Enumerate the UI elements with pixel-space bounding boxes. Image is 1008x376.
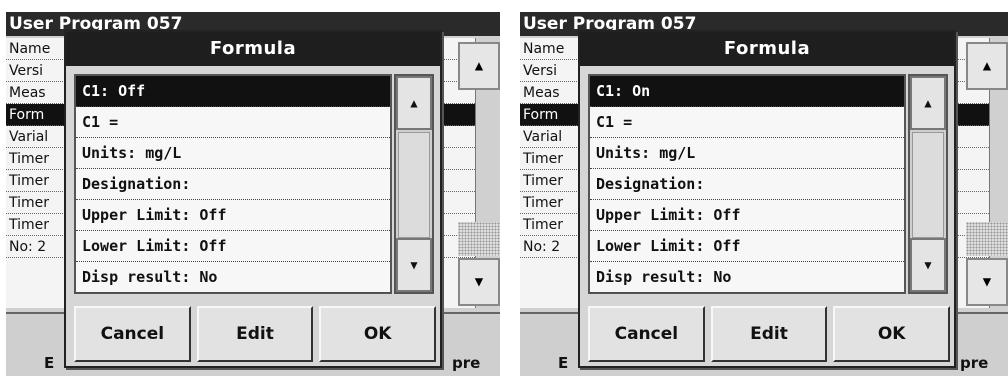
triangle-up-icon: ▲ — [924, 96, 932, 110]
dialog-scrollbar[interactable]: ▲ ▼ — [394, 74, 434, 294]
formula-options-list: C1: Off C1 = Units: mg/L Designation: Up… — [74, 74, 392, 294]
formula-dialog: Formula C1: On C1 = Units: mg/L Designat… — [578, 30, 956, 368]
background-right-button-label[interactable]: pre — [960, 354, 988, 372]
background-scrollbar-track[interactable] — [966, 222, 1008, 256]
option-lower-limit[interactable]: Lower Limit: Off — [590, 231, 904, 262]
background-scroll-down-button[interactable]: ▼ — [966, 258, 1008, 306]
option-units[interactable]: Units: mg/L — [76, 138, 390, 169]
cancel-button[interactable]: Cancel — [588, 306, 705, 362]
option-display-result[interactable]: Disp result: No — [590, 262, 904, 293]
scroll-up-button[interactable]: ▲ — [910, 76, 946, 130]
background-scrollbar-track[interactable] — [458, 222, 500, 256]
background-scroll-up-button[interactable]: ▲ — [458, 42, 500, 90]
formula-dialog: Formula C1: Off C1 = Units: mg/L Designa… — [64, 30, 442, 368]
dialog-title: Formula — [580, 32, 954, 66]
ok-button[interactable]: OK — [833, 306, 951, 362]
option-upper-limit[interactable]: Upper Limit: Off — [76, 200, 390, 231]
dialog-button-bar: Cancel Edit OK — [588, 306, 951, 362]
dialog-title: Formula — [66, 32, 440, 66]
option-designation[interactable]: Designation: — [76, 169, 390, 200]
triangle-down-icon: ▼ — [924, 258, 932, 272]
option-lower-limit[interactable]: Lower Limit: Off — [76, 231, 390, 262]
scrollbar-thumb[interactable] — [912, 132, 944, 238]
scroll-down-button[interactable]: ▼ — [396, 238, 432, 292]
option-c1-toggle[interactable]: C1: Off — [76, 76, 390, 107]
dialog-scrollbar[interactable]: ▲ ▼ — [908, 74, 948, 294]
cancel-button[interactable]: Cancel — [74, 306, 191, 362]
option-display-result[interactable]: Disp result: No — [76, 262, 390, 293]
triangle-up-icon: ▲ — [410, 96, 418, 110]
background-left-button-label[interactable]: E — [44, 354, 54, 372]
scroll-down-button[interactable]: ▼ — [910, 238, 946, 292]
background-scroll-up-button[interactable]: ▲ — [966, 42, 1008, 90]
triangle-up-icon: ▲ — [982, 58, 992, 74]
triangle-down-icon: ▼ — [982, 274, 992, 290]
formula-options-list: C1: On C1 = Units: mg/L Designation: Upp… — [588, 74, 906, 294]
option-c1-toggle[interactable]: C1: On — [590, 76, 904, 107]
screen-left: User Program 057 Name Versi Meas Form Va… — [6, 12, 500, 376]
triangle-up-icon: ▲ — [474, 58, 484, 74]
ok-button[interactable]: OK — [319, 306, 437, 362]
option-units[interactable]: Units: mg/L — [590, 138, 904, 169]
background-scroll-down-button[interactable]: ▼ — [458, 258, 500, 306]
edit-button[interactable]: Edit — [710, 306, 828, 362]
scrollbar-thumb[interactable] — [398, 132, 430, 238]
scroll-up-button[interactable]: ▲ — [396, 76, 432, 130]
option-upper-limit[interactable]: Upper Limit: Off — [590, 200, 904, 231]
triangle-down-icon: ▼ — [474, 274, 484, 290]
background-left-button-label[interactable]: E — [558, 354, 568, 372]
edit-button[interactable]: Edit — [196, 306, 314, 362]
option-designation[interactable]: Designation: — [590, 169, 904, 200]
option-c1-formula[interactable]: C1 = — [76, 107, 390, 138]
screen-right: User Program 057 Name Versi Meas Form Va… — [520, 12, 1008, 376]
triangle-down-icon: ▼ — [410, 258, 418, 272]
dialog-button-bar: Cancel Edit OK — [74, 306, 437, 362]
background-right-button-label[interactable]: pre — [452, 354, 480, 372]
option-c1-formula[interactable]: C1 = — [590, 107, 904, 138]
